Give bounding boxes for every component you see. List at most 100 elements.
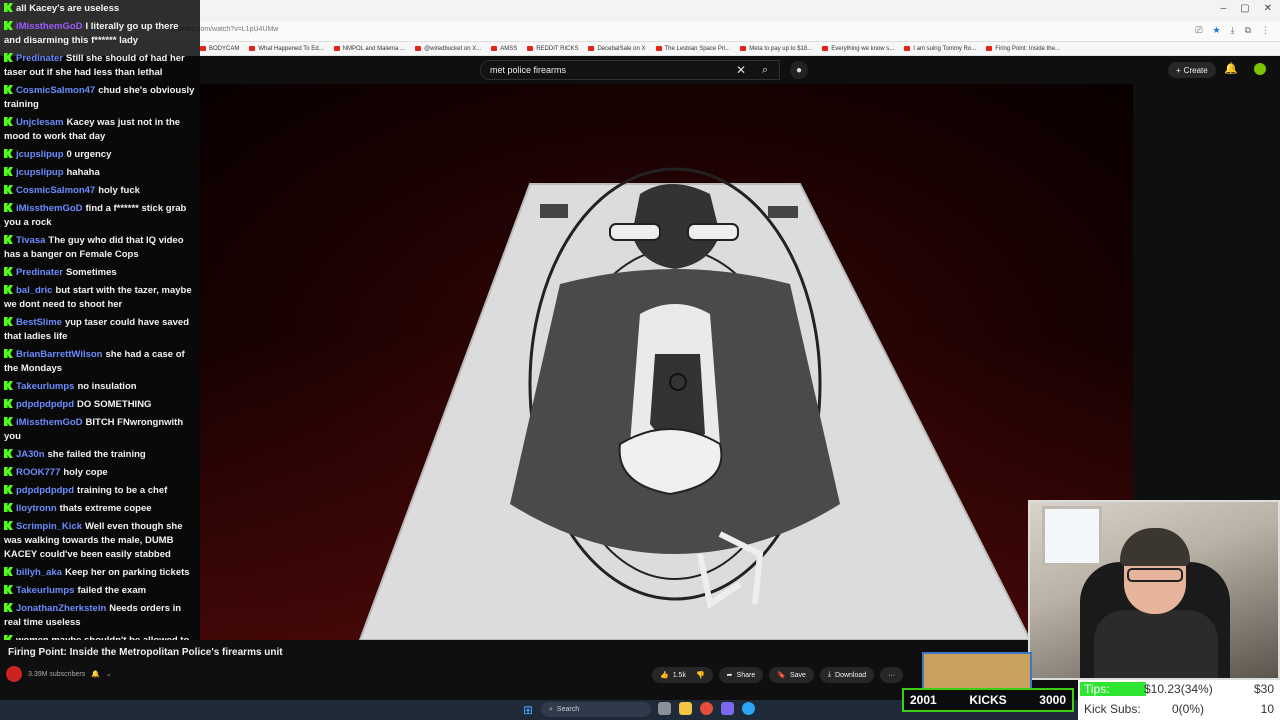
kick-badge-icon (4, 399, 13, 408)
channel-avatar[interactable] (6, 666, 22, 682)
chat-message: iMissthemGoD find a f****** stick grab yo… (4, 202, 196, 230)
bookmark-item[interactable]: @wiredbucket on X... (415, 46, 481, 52)
menu-icon[interactable]: ⋮ (1261, 25, 1270, 36)
search-button[interactable]: ⌕ (752, 60, 778, 80)
create-button[interactable]: + Create (1168, 62, 1216, 78)
chevron-down-icon[interactable]: ⌄ (106, 670, 112, 678)
edge-icon[interactable] (742, 702, 755, 715)
chat-username[interactable]: CosmicSalmon47 (16, 185, 95, 196)
chat-username[interactable]: Predinater (16, 53, 63, 64)
thumbs-down-icon[interactable]: 👎 (696, 671, 705, 679)
chat-username[interactable]: Unjclesam (16, 117, 64, 128)
kicks-goal-bar: 2001 KICKS 3000 (902, 688, 1074, 712)
plus-icon: + (1176, 65, 1181, 75)
chat-username[interactable]: BrianBarrettWilson (16, 349, 102, 360)
account-avatar[interactable] (1254, 63, 1266, 75)
download-button[interactable]: ⤓ Download (819, 667, 875, 683)
close-window-icon[interactable]: ✕ (1264, 3, 1272, 14)
chat-username[interactable]: Scrimpin_Kick (16, 521, 82, 532)
chat-message: Takeurlumps no insulation (4, 380, 196, 394)
chat-username[interactable]: iMissthemGoD (16, 417, 83, 428)
search-input[interactable]: met police firearms (490, 65, 566, 75)
like-button[interactable]: 👍 1.5k 👎 (652, 667, 713, 683)
chat-username[interactable]: JA30n (16, 449, 45, 460)
chat-username[interactable]: Takeurlumps (16, 585, 74, 596)
chat-username[interactable]: BestSlime (16, 317, 62, 328)
bookmark-item[interactable]: What Happened To Ed... (249, 46, 324, 52)
discord-icon[interactable] (721, 702, 734, 715)
bookmark-item[interactable]: NMPOL and Malema ... (333, 46, 405, 52)
chat-message: jcupslipup 0 urgency (4, 148, 196, 162)
chat-text: training to be a chef (77, 485, 168, 496)
chat-username[interactable]: iMissthemGoD (16, 21, 83, 32)
chat-username[interactable]: ROOK777 (16, 467, 60, 478)
bookmark-favicon-icon (333, 46, 340, 51)
bookmark-label: Everything we know s... (831, 45, 895, 52)
bookmark-item[interactable]: The Lesbian Space Pri... (655, 46, 730, 52)
kick-badge-icon (4, 235, 13, 244)
chat-username[interactable]: Takeurlumps (16, 381, 74, 392)
bookmark-item[interactable]: I am suing Tommy Ro... (904, 46, 976, 52)
maximize-icon[interactable]: ▢ (1240, 3, 1249, 14)
windows-start-icon[interactable]: ⊞ (523, 703, 533, 717)
bookmark-favicon-icon (527, 46, 534, 51)
minimize-icon[interactable]: – (1221, 3, 1227, 14)
goal-stats-panel: Tips: $10.23(34%) $30 Kick Subs: 0(0%) 1… (1078, 680, 1280, 720)
kick-badge-icon (4, 53, 13, 62)
bookmark-item[interactable]: BODYCAM (200, 46, 239, 52)
chat-username[interactable]: iMissthemGoD (16, 203, 83, 214)
bookmark-item[interactable]: REDDIT RICKS (527, 46, 578, 52)
up-next-thumbnail[interactable] (922, 652, 1032, 692)
chat-username[interactable]: CosmicSalmon47 (16, 85, 95, 96)
chat-message: CosmicSalmon47 holy fuck (4, 184, 196, 198)
extensions-icon[interactable]: ⧉ (1245, 25, 1251, 36)
chat-username[interactable]: Tivasa (16, 235, 45, 246)
video-actions: 👍 1.5k 👎 ➦ Share 🔖 Save ⤓ Download ··· (652, 667, 904, 683)
chat-username[interactable]: lloytronn (16, 503, 57, 514)
chat-username[interactable]: Predinater (16, 267, 63, 278)
share-button[interactable]: ➦ Share (718, 667, 764, 683)
task-view-icon[interactable] (658, 702, 671, 715)
chat-username[interactable]: JonathanZherkstein (16, 603, 106, 614)
thumbs-up-icon: 👍 (660, 672, 669, 679)
bookmark-item[interactable]: Firing Point: Inside the... (986, 46, 1060, 52)
video-player[interactable] (200, 84, 1133, 640)
kick-badge-icon (4, 185, 13, 194)
more-actions-button[interactable]: ··· (880, 667, 904, 683)
file-explorer-icon[interactable] (679, 702, 692, 715)
clear-search-icon[interactable]: ✕ (736, 63, 746, 77)
bell-icon[interactable]: 🔔 (91, 670, 100, 678)
chat-username[interactable]: jcupslipup (16, 149, 64, 160)
kick-badge-icon (4, 467, 13, 476)
chat-username[interactable]: billyh_aka (16, 567, 62, 578)
share-label: Share (736, 671, 756, 679)
shooting-target-image (358, 167, 1032, 640)
chat-message: bal_dric but start with the tazer, maybe … (4, 284, 196, 312)
chat-text: she failed the training (47, 449, 146, 460)
bookmark-label: Firing Point: Inside the... (995, 45, 1060, 52)
chat-username[interactable]: bal_dric (16, 285, 52, 296)
chat-username[interactable]: pdpdpdpdpd (16, 485, 74, 496)
kick-badge-icon (4, 285, 13, 294)
search-box[interactable]: met police firearms (480, 60, 780, 80)
chrome-icon[interactable] (700, 702, 713, 715)
bookmark-item[interactable]: AMSS (491, 46, 517, 52)
download-icon[interactable]: ⤓ (1231, 25, 1235, 36)
bookmark-item[interactable]: Meta to pay up to $18... (740, 46, 812, 52)
bookmark-favicon-icon (249, 46, 256, 51)
save-button[interactable]: 🔖 Save (769, 667, 814, 683)
bookmark-favicon-icon (822, 46, 829, 51)
taskbar-search[interactable]: ⌕ Search (541, 702, 651, 717)
star-icon[interactable]: ★ (1213, 25, 1221, 36)
bookmark-label: @wiredbucket on X... (424, 45, 482, 52)
bookmark-item[interactable]: DecebalSale on X (588, 46, 646, 52)
chat-username[interactable]: pdpdpdpdpd (16, 399, 74, 410)
cast-icon[interactable]: ⎚ (1195, 25, 1202, 36)
chat-username[interactable]: jcupslipup (16, 167, 64, 178)
kick-badge-icon (4, 21, 13, 30)
notifications-bell-icon[interactable]: 🔔 (1224, 62, 1238, 75)
chat-message: Predinater Still she should of had her ta… (4, 52, 196, 80)
voice-search-button[interactable]: ● (790, 61, 808, 79)
bookmark-item[interactable]: Everything we know s... (822, 46, 894, 52)
stream-chat-overlay: all Kacey's are useless iMissthemGoD I lit… (0, 0, 200, 720)
